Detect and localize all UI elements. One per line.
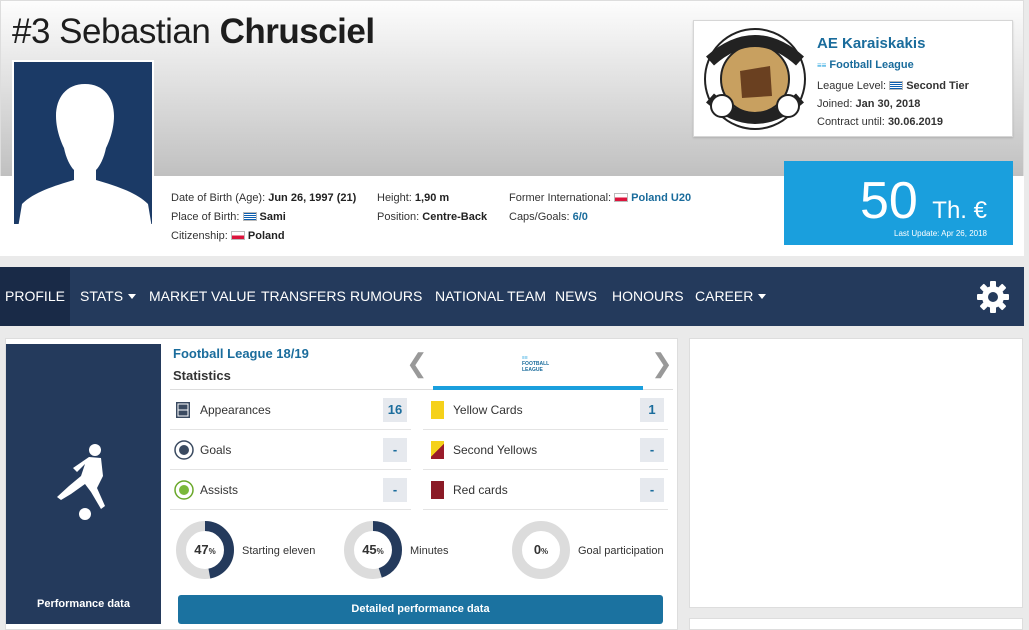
donut-goal-participation: 0% — [511, 520, 571, 580]
caps-row: Caps/Goals: 6/0 — [509, 211, 588, 223]
player-avatar — [12, 60, 154, 226]
donut-minutes: 45% — [343, 520, 403, 580]
nav-transfers[interactable]: TRANSFERS — [261, 267, 346, 326]
league-tab-logo[interactable]: ≡≡ FOOTBALL LEAGUE — [522, 355, 552, 373]
market-value-box[interactable]: 50 Th. € Last Update: Apr 26, 2018 — [784, 161, 1013, 245]
citizenship-row: Citizenship: Poland — [171, 230, 285, 242]
nav-market-value[interactable]: MARKET VALUE — [149, 267, 256, 326]
main-nav: PROFILE STATS MARKET VALUE TRANSFERS RUM… — [0, 267, 1024, 326]
nav-national-team[interactable]: NATIONAL TEAM — [435, 267, 546, 326]
club-contract-value: 30.06.2019 — [887, 116, 943, 128]
stat-row-second-yellows: Second Yellows - — [423, 430, 668, 470]
poland-flag-icon — [230, 231, 245, 240]
chevron-down-icon — [758, 294, 767, 299]
nav-profile[interactable]: PROFILE — [0, 267, 70, 326]
first-name: Sebastian — [59, 12, 211, 51]
stat-row-red-cards: Red cards - — [423, 470, 668, 510]
stats-title: Statistics — [173, 368, 231, 383]
detailed-performance-button[interactable]: Detailed performance data — [178, 595, 663, 624]
club-joined-value: Jan 30, 2018 — [855, 98, 921, 110]
club-name[interactable]: AE Karaiskakis — [817, 35, 925, 52]
stat-row-appearances: Appearances 16 — [170, 390, 411, 430]
donut-label: Minutes — [410, 545, 449, 557]
pob-value: Sami — [259, 211, 286, 223]
chevron-down-icon — [128, 294, 137, 299]
pitch-icon — [176, 402, 190, 418]
height-value: 1,90 m — [414, 192, 450, 204]
info-column-3: Former International: Poland U20 Caps/Go… — [509, 189, 691, 227]
last-name: Chrusciel — [219, 12, 376, 51]
pob-row: Place of Birth: Sami — [171, 211, 286, 223]
nav-stats[interactable]: STATS — [80, 267, 137, 326]
nav-honours[interactable]: HONOURS — [612, 267, 684, 326]
market-value-update: Last Update: Apr 26, 2018 — [894, 229, 987, 238]
stat-value[interactable]: - — [383, 438, 407, 462]
club-league-row: ≡≡ Football League — [817, 59, 914, 71]
stat-value[interactable]: - — [640, 478, 664, 502]
donut-percent: 47% — [194, 542, 216, 557]
market-value-unit: Th. € — [932, 197, 987, 224]
side-panel — [689, 338, 1023, 608]
club-contract-row: Contract until: 30.06.2019 — [817, 116, 943, 128]
position-value: Centre-Back — [422, 211, 488, 223]
club-joined-row: Joined: Jan 30, 2018 — [817, 98, 921, 110]
citizenship-value: Poland — [247, 230, 285, 242]
shirt-number: #3 — [12, 12, 50, 51]
performance-side: Performance data — [6, 344, 161, 624]
club-box: AE Karaiskakis ≡≡ Football League League… — [693, 20, 1013, 137]
league-title[interactable]: Football League 18/19 — [173, 346, 309, 361]
donut-label: Goal participation — [578, 545, 664, 557]
club-league-link[interactable]: Football League — [829, 59, 913, 71]
former-int-row: Former International: Poland U20 — [509, 192, 692, 204]
chevron-right-icon[interactable]: ❯ — [651, 348, 673, 379]
second-yellow-icon — [431, 441, 444, 459]
yellow-card-icon — [431, 401, 444, 419]
info-column-2: Height: 1,90 m Position: Centre-Back — [377, 189, 487, 227]
info-column-1: Date of Birth (Age): Jun 26, 1997 (21) P… — [171, 189, 356, 246]
stat-row-assists: Assists - — [170, 470, 411, 510]
player-name: #3 Sebastian Chrusciel — [12, 12, 375, 52]
chevron-left-icon[interactable]: ❮ — [406, 348, 428, 379]
poland-flag-icon — [614, 193, 629, 202]
ball-icon — [174, 440, 194, 460]
silhouette-icon — [18, 84, 152, 224]
caps-link[interactable]: 6/0 — [573, 211, 588, 223]
league-logo-icon: ≡≡ — [817, 61, 827, 70]
stat-value[interactable]: - — [383, 478, 407, 502]
gear-icon[interactable] — [976, 280, 1010, 314]
stat-value[interactable]: 16 — [383, 398, 407, 422]
performance-side-label: Performance data — [37, 598, 130, 610]
position-row: Position: Centre-Back — [377, 211, 488, 223]
greece-flag-icon — [889, 81, 904, 90]
club-crest-icon[interactable] — [702, 26, 808, 132]
donut-percent: 0% — [533, 542, 549, 557]
club-level-value: Second Tier — [906, 80, 969, 92]
donut-percent: 45% — [362, 542, 384, 557]
donut-starting-eleven: 47% — [175, 520, 235, 580]
stat-value[interactable]: 1 — [640, 398, 664, 422]
red-card-icon — [431, 481, 444, 499]
nav-career[interactable]: CAREER — [695, 267, 767, 326]
assist-ball-icon — [174, 480, 194, 500]
side-panel-2 — [689, 618, 1023, 630]
footballer-icon — [57, 444, 105, 520]
former-int-link[interactable]: Poland U20 — [631, 192, 691, 204]
dob-value: Jun 26, 1997 (21) — [268, 192, 357, 204]
donut-label: Starting eleven — [242, 545, 316, 557]
stat-row-yellow-cards: Yellow Cards 1 — [423, 390, 668, 430]
stat-row-goals: Goals - — [170, 430, 411, 470]
stat-value[interactable]: - — [640, 438, 664, 462]
height-row: Height: 1,90 m — [377, 192, 450, 204]
nav-news[interactable]: NEWS — [555, 267, 597, 326]
greece-flag-icon — [242, 212, 257, 221]
nav-rumours[interactable]: RUMOURS — [350, 267, 422, 326]
dob-row: Date of Birth (Age): Jun 26, 1997 (21) — [171, 192, 357, 204]
club-level-row: League Level: Second Tier — [817, 80, 969, 92]
market-value-amount: 50 Th. € — [860, 172, 987, 230]
